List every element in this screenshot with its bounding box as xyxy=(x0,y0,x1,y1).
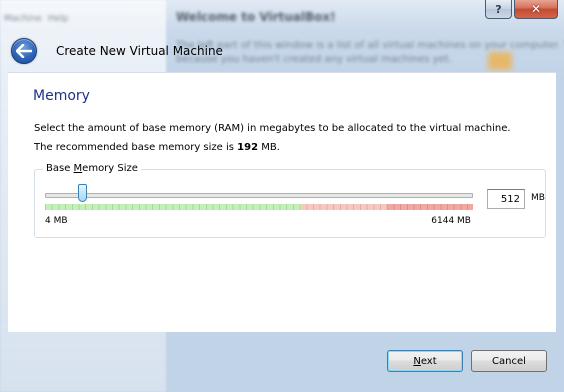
background-welcome-title: Welcome to VirtualBox! xyxy=(176,10,336,24)
back-arrow-icon xyxy=(16,44,32,58)
slider-ticks xyxy=(45,204,473,210)
help-button[interactable]: ? xyxy=(485,0,512,19)
background-icon xyxy=(488,52,512,70)
background-menu-machine: Machine xyxy=(4,14,42,24)
memory-size-input[interactable] xyxy=(487,189,525,209)
wizard-page: Memory Select the amount of base memory … xyxy=(8,72,556,332)
base-memory-group-label: Base Memory Size xyxy=(43,163,141,174)
back-button[interactable] xyxy=(11,38,37,64)
page-description: Select the amount of base memory (RAM) i… xyxy=(34,123,511,134)
memory-slider[interactable] xyxy=(45,184,473,212)
group-label-mnemonic: M xyxy=(73,163,83,174)
recommended-memory-text: The recommended base memory size is 192 … xyxy=(34,142,280,153)
recommended-prefix: The recommended base memory size is xyxy=(34,142,238,153)
memory-unit-label: MB xyxy=(531,193,545,203)
base-memory-group: Base Memory Size 4 MB 6144 MB MB xyxy=(34,163,546,238)
recommended-suffix: MB. xyxy=(258,142,280,153)
next-button[interactable]: Next xyxy=(387,350,463,372)
slider-track[interactable] xyxy=(45,193,473,198)
page-title: Memory xyxy=(33,88,90,104)
background-welcome-line1: The left part of this window is a list o… xyxy=(176,40,564,51)
next-mnemonic: N xyxy=(413,355,421,367)
caption-buttons: ? ✕ xyxy=(485,0,558,19)
group-label-prefix: Base xyxy=(46,163,74,174)
next-label-rest: ext xyxy=(420,355,437,367)
wizard-title: Create New Virtual Machine xyxy=(56,44,223,58)
group-label-suffix: emory Size xyxy=(82,163,138,174)
wizard-window: Machine Help Welcome to VirtualBox! The … xyxy=(0,0,564,392)
close-button[interactable]: ✕ xyxy=(514,0,558,19)
slider-max-label: 6144 MB xyxy=(431,216,471,226)
background-menu-help: Help xyxy=(48,14,69,24)
cancel-button[interactable]: Cancel xyxy=(471,350,547,372)
slider-thumb[interactable] xyxy=(77,184,87,202)
slider-min-label: 4 MB xyxy=(45,216,68,226)
recommended-value: 192 xyxy=(237,142,259,153)
